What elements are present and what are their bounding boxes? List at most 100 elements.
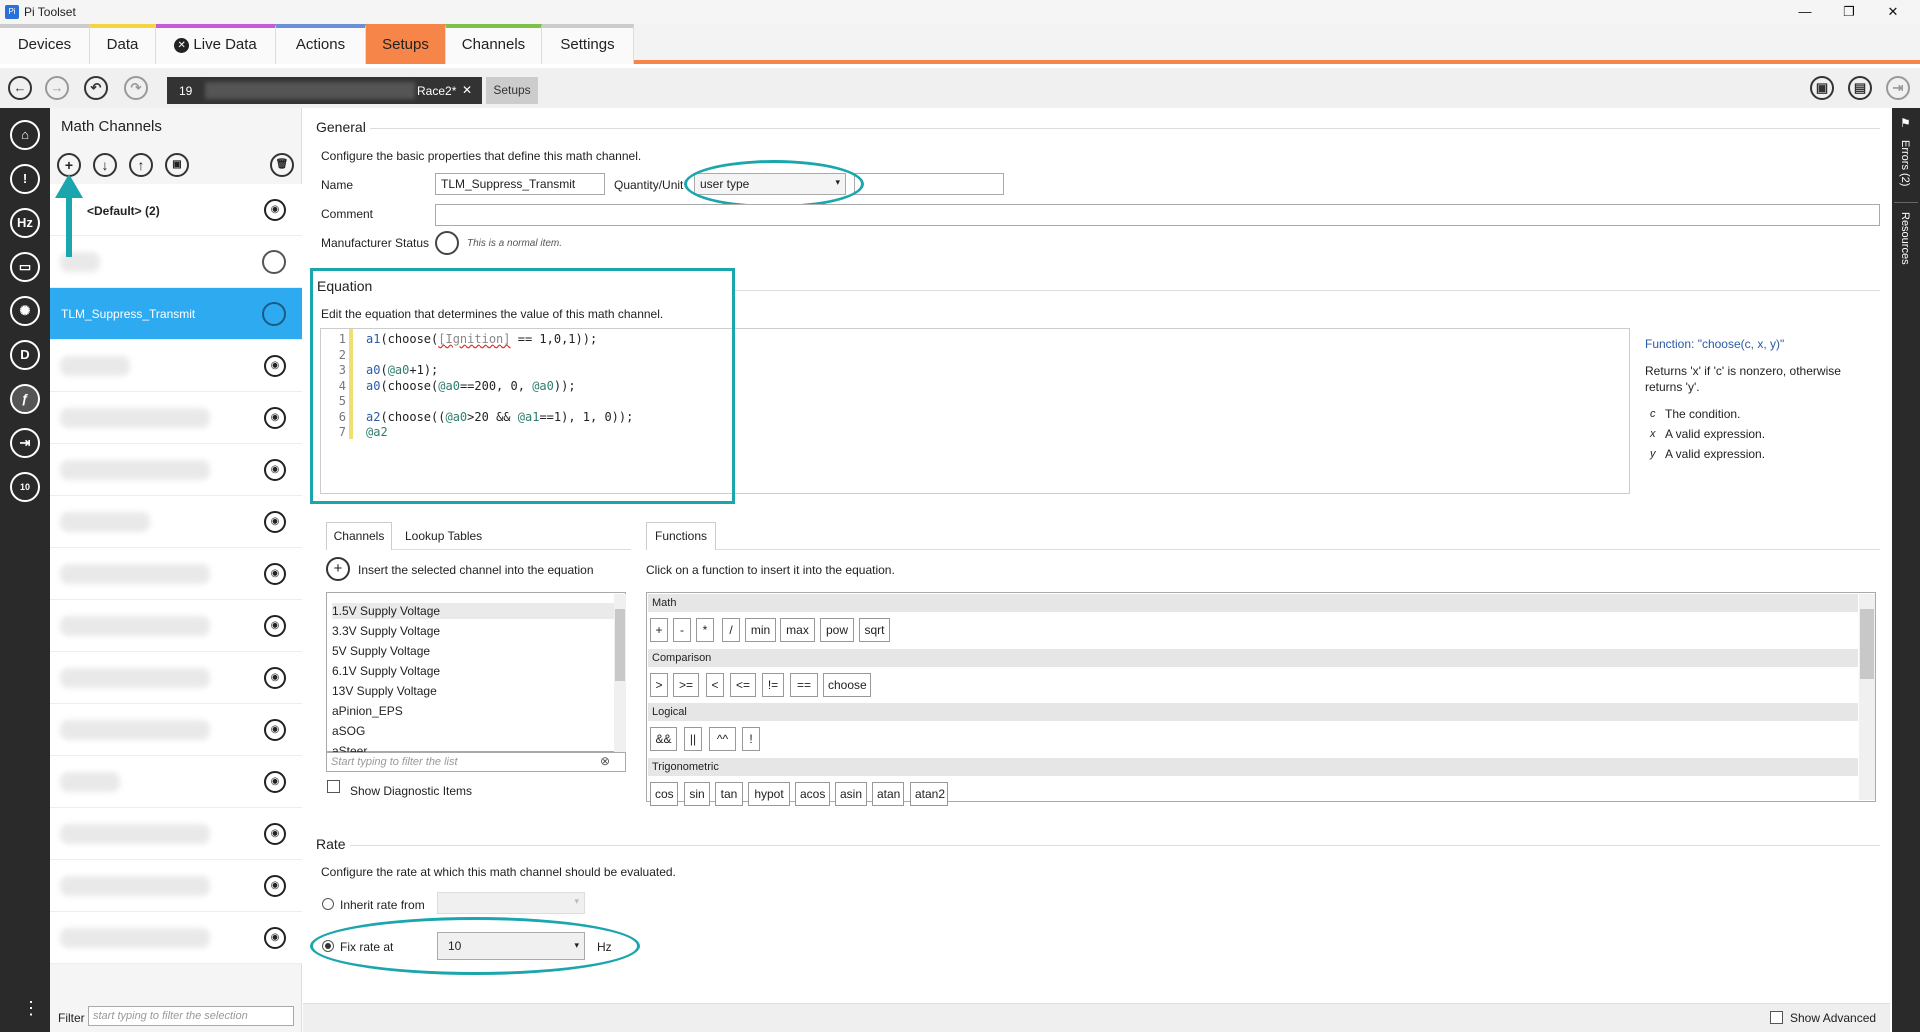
camera-icon[interactable]: ◉ [264, 771, 286, 793]
channel-filter-input[interactable]: Start typing to filter the list [326, 752, 626, 772]
fn-not[interactable]: ! [742, 727, 760, 751]
channel-item[interactable]: aSOG [332, 724, 365, 738]
insert-channel-icon[interactable]: + [326, 557, 350, 581]
tab-channels[interactable]: Channels [446, 24, 542, 64]
math-function-icon[interactable]: ƒ [10, 384, 40, 414]
undo-icon[interactable]: ↶ [84, 76, 108, 100]
fn-multiply[interactable]: * [696, 618, 714, 642]
tab-actions[interactable]: Actions [276, 24, 366, 64]
fn-asin[interactable]: asin [835, 782, 867, 806]
camera-icon[interactable]: ◉ [264, 199, 286, 221]
fn-xor[interactable]: ^^ [709, 727, 736, 751]
lightbulb-icon[interactable]: ✺ [10, 296, 40, 326]
fn-choose[interactable]: choose [823, 673, 871, 697]
inherit-rate-radio[interactable] [322, 898, 334, 910]
flag-icon[interactable]: ⚑ [1900, 116, 1911, 130]
filter-input[interactable]: start typing to filter the selection [88, 1006, 294, 1026]
camera-icon[interactable]: ◉ [264, 563, 286, 585]
document-tab[interactable]: 19 Race2* ✕ [167, 77, 482, 104]
tab-channels-list[interactable]: Channels [326, 522, 392, 550]
name-field[interactable]: TLM_Suppress_Transmit [435, 173, 605, 195]
tab-setups[interactable]: Setups [366, 24, 446, 64]
clear-icon[interactable]: ⊗ [600, 754, 610, 768]
scrollbar-thumb[interactable] [615, 609, 625, 681]
status-circle-icon[interactable] [435, 231, 459, 255]
display-icon[interactable]: ▭ [10, 252, 40, 282]
fn-hypot[interactable]: hypot [748, 782, 790, 806]
camera-icon[interactable]: ◉ [264, 355, 286, 377]
channel-item[interactable]: 1.5V Supply Voltage [332, 604, 440, 618]
show-advanced-checkbox[interactable] [1770, 1011, 1783, 1024]
fn-eq[interactable]: == [790, 673, 818, 697]
camera-icon[interactable]: ◉ [264, 875, 286, 897]
resources-tab[interactable]: Resources [1899, 212, 1911, 265]
alert-icon[interactable]: ! [10, 164, 40, 194]
camera-icon[interactable]: ▣ [165, 153, 189, 177]
channel-item[interactable]: aPinion_EPS [332, 704, 403, 718]
fn-sqrt[interactable]: sqrt [859, 618, 890, 642]
fn-neq[interactable]: != [762, 673, 784, 697]
camera-icon[interactable]: ◉ [264, 823, 286, 845]
fn-gt[interactable]: > [650, 673, 668, 697]
setups-doc-tab[interactable]: Setups [486, 77, 538, 104]
fn-cos[interactable]: cos [650, 782, 678, 806]
comment-field[interactable] [435, 204, 1880, 226]
channel-item[interactable]: 13V Supply Voltage [332, 684, 437, 698]
fn-and[interactable]: && [650, 727, 677, 751]
errors-tab[interactable]: Errors (2) [1899, 140, 1911, 186]
fn-min[interactable]: min [745, 618, 776, 642]
tab-lookup-tables[interactable]: Lookup Tables [405, 529, 482, 543]
input-icon[interactable]: ⇥ [10, 428, 40, 458]
home-icon[interactable]: ⌂ [10, 120, 40, 150]
diagnostic-checkbox[interactable] [327, 780, 340, 793]
fn-pow[interactable]: pow [820, 618, 854, 642]
maximize-button[interactable]: ❐ [1834, 2, 1864, 22]
fn-tan[interactable]: tan [715, 782, 743, 806]
camera-icon[interactable]: ◉ [264, 615, 286, 637]
scrollbar-thumb[interactable] [1860, 609, 1874, 679]
minimize-button[interactable]: — [1790, 2, 1820, 22]
camera-icon[interactable]: ◉ [264, 407, 286, 429]
camera-icon[interactable]: ◉ [264, 667, 286, 689]
tab-functions[interactable]: Functions [646, 522, 716, 550]
tab-devices[interactable]: Devices [0, 24, 90, 64]
binary-icon[interactable]: 10 [10, 472, 40, 502]
unit-field[interactable] [854, 173, 1004, 195]
save-icon[interactable]: ▣ [1810, 76, 1834, 100]
upload-icon[interactable]: ↑ [129, 153, 153, 177]
download-icon[interactable]: ↓ [93, 153, 117, 177]
fn-lt[interactable]: < [706, 673, 724, 697]
camera-icon[interactable]: ◉ [264, 719, 286, 741]
tab-data[interactable]: Data [90, 24, 156, 64]
connector-icon[interactable]: D [10, 340, 40, 370]
fn-atan[interactable]: atan [872, 782, 904, 806]
fn-plus[interactable]: + [650, 618, 668, 642]
delete-icon[interactable]: 🗑 [270, 153, 294, 177]
channel-item[interactable]: 5V Supply Voltage [332, 644, 430, 658]
more-icon[interactable]: ⋮ [22, 998, 40, 1019]
frequency-icon[interactable]: Hz [10, 208, 40, 238]
channel-item[interactable]: 6.1V Supply Voltage [332, 664, 440, 678]
fn-or[interactable]: || [684, 727, 702, 751]
channel-list[interactable]: 1.5V Supply Voltage 3.3V Supply Voltage … [326, 592, 626, 758]
back-icon[interactable]: ← [8, 76, 32, 100]
forward-icon[interactable]: → [45, 76, 69, 100]
tab-live-data[interactable]: ✕ Live Data [156, 24, 276, 64]
fn-atan2[interactable]: atan2 [910, 782, 948, 806]
close-window-button[interactable]: ✕ [1878, 2, 1908, 22]
camera-icon[interactable]: ◉ [264, 927, 286, 949]
camera-icon[interactable]: ◉ [264, 459, 286, 481]
fn-sin[interactable]: sin [684, 782, 710, 806]
document-close-icon[interactable]: ✕ [462, 83, 472, 97]
fn-minus[interactable]: - [673, 618, 691, 642]
camera-icon[interactable]: ◉ [264, 511, 286, 533]
fn-max[interactable]: max [780, 618, 815, 642]
fn-acos[interactable]: acos [795, 782, 830, 806]
fn-gte[interactable]: >= [673, 673, 699, 697]
save-as-icon[interactable]: ▤ [1848, 76, 1872, 100]
tab-settings[interactable]: Settings [542, 24, 634, 64]
channel-item[interactable]: 3.3V Supply Voltage [332, 624, 440, 638]
fn-lte[interactable]: <= [730, 673, 756, 697]
fn-divide[interactable]: / [722, 618, 740, 642]
export-icon[interactable]: ⇥ [1886, 76, 1910, 100]
